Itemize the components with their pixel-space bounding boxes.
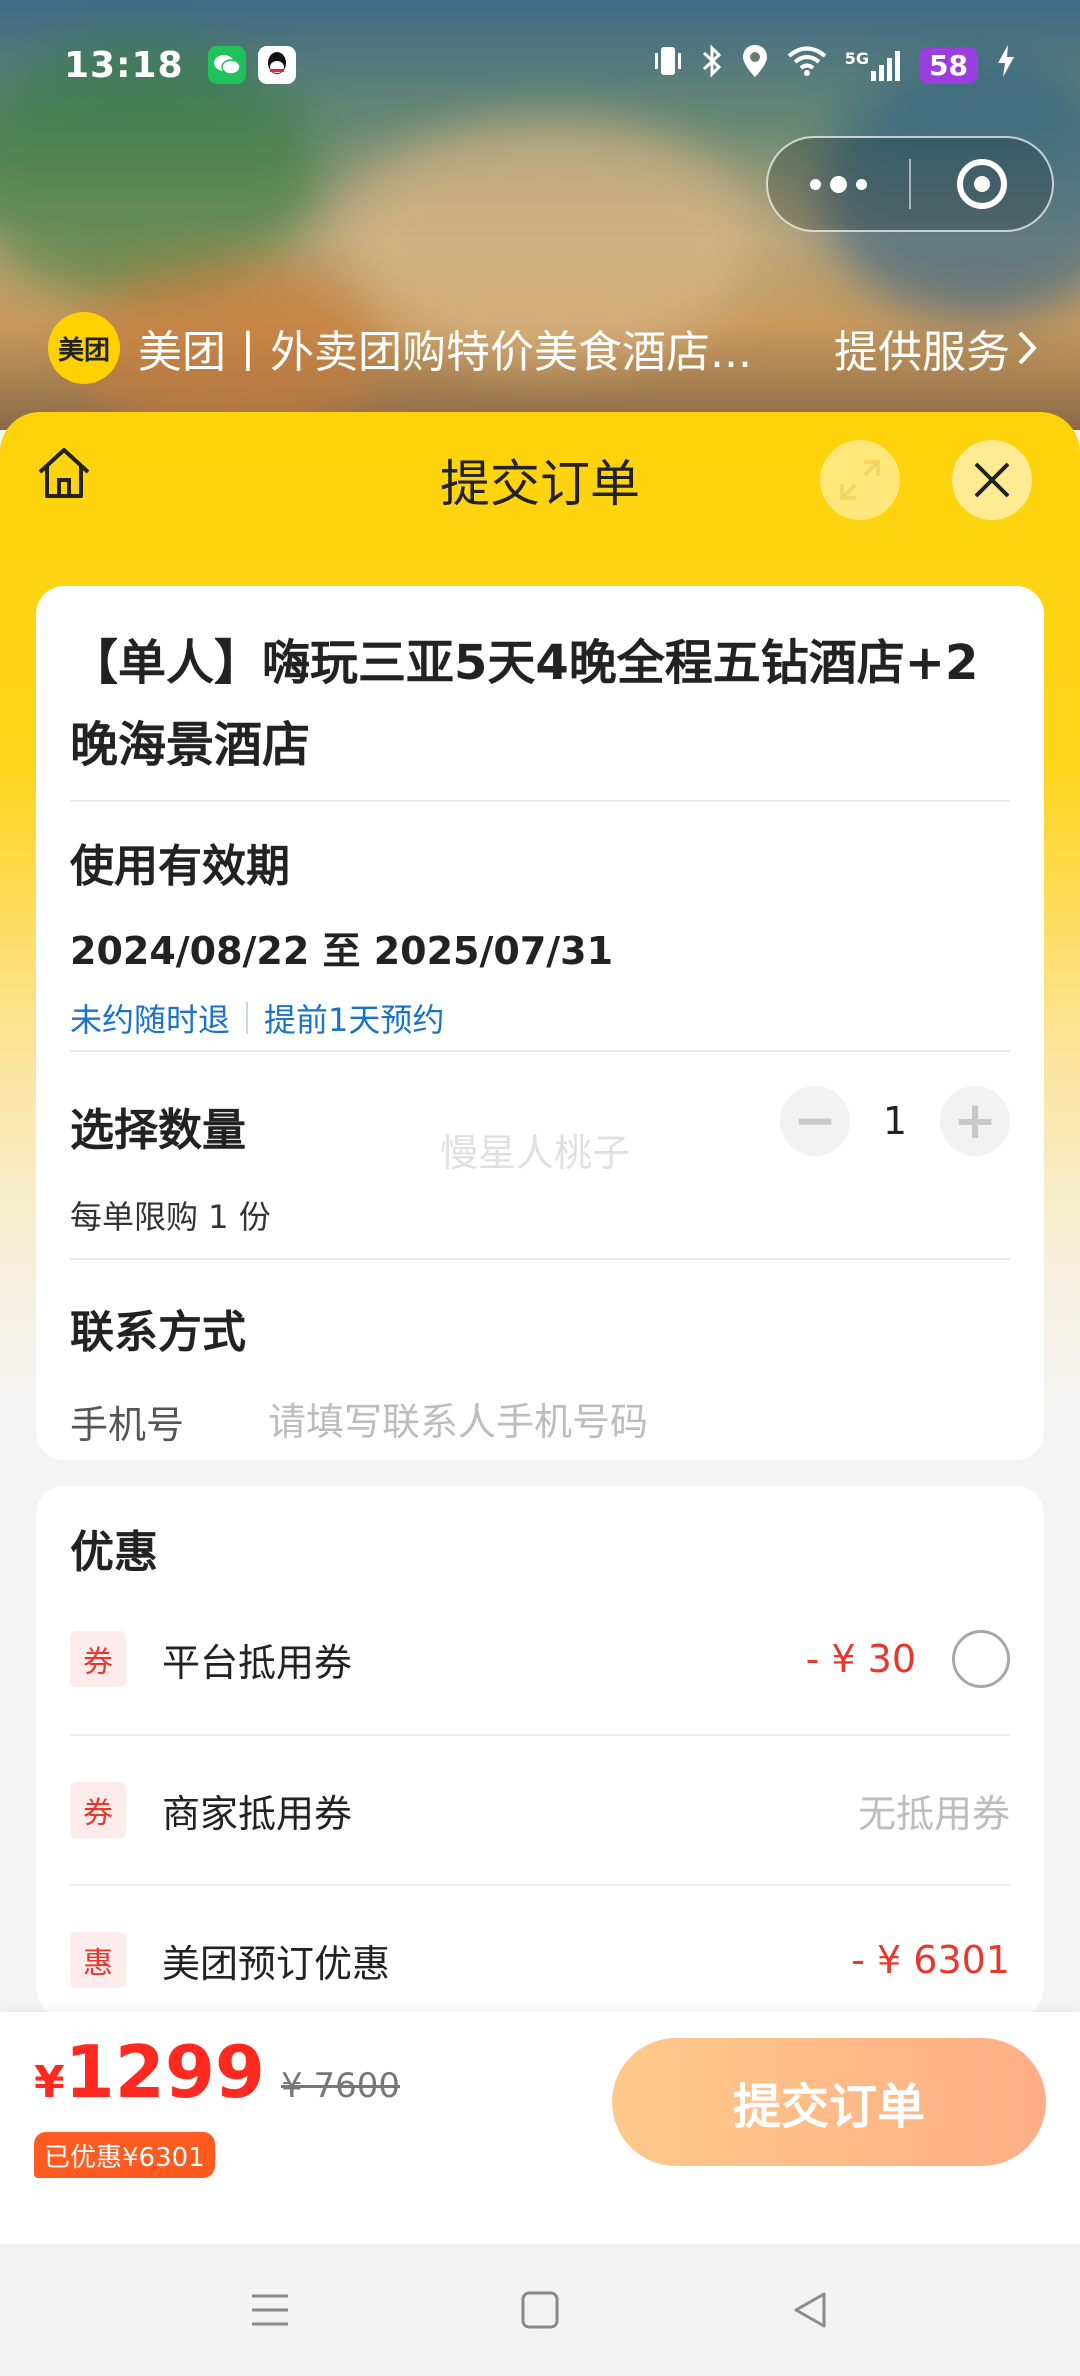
quantity-value: 1 [882,1099,908,1143]
discount-value: 无抵用券 [857,1791,1010,1836]
nav-home-button[interactable] [405,2244,675,2376]
miniprogram-title: 美团丨外卖团购特价美食酒店... [138,327,752,378]
menu-icon [252,2294,288,2326]
sheet-header: 提交订单 [0,412,1080,548]
chevron-right-icon [1018,331,1037,365]
close-button[interactable] [952,440,1032,520]
discount-label: 美团预订优惠 [162,1941,391,1986]
validity-heading: 使用有效期 [70,841,290,892]
policy-tags: 未约随时退 提前1天预约 [70,995,1010,1041]
sheet-title: 提交订单 [440,455,640,513]
merchant-coupon-row[interactable]: 券 商家抵用券 无抵用券 [70,1734,1010,1884]
phone-row: 手机号 [70,1394,1010,1449]
miniprogram-info-bar: 美团 美团丨外卖团购特价美食酒店... 提供服务 [48,310,1038,386]
quantity-section: 选择数量 每单限购 1 份 慢星人桃子 − 1 + [70,1052,1010,1258]
validity-date-range: 2024/08/22 至 2025/07/31 [70,929,614,973]
phone-input[interactable] [268,1399,948,1444]
close-icon [974,462,1010,498]
discount-value: - ¥ 6301 [851,1938,1010,1982]
order-info-card: 【单人】嗨玩三亚5天4晚全程五钻酒店+2晚海景酒店 使用有效期 2024/08/… [36,586,1044,1460]
quantity-limit: 每单限购 1 份 [70,1198,271,1236]
discount-icon: 惠 [70,1932,126,1988]
original-price: ¥ 7600 [281,2066,400,2106]
discount-label: 平台抵用券 [162,1640,353,1685]
discount-value: - ¥ 30 [805,1637,916,1681]
validity-section: 使用有效期 2024/08/22 至 2025/07/31 未约随时退 提前1天… [70,802,1010,1050]
discount-heading: 优惠 [70,1527,158,1578]
coupon-radio[interactable] [952,1630,1010,1688]
coupon-icon: 券 [70,1631,126,1687]
vibrate-icon [653,43,683,87]
discount-label: 商家抵用券 [162,1791,353,1836]
increase-button[interactable]: + [940,1086,1010,1156]
more-dots-icon [810,175,867,193]
expand-icon [840,460,880,500]
miniprogram-capsule [766,136,1054,232]
contact-section: 联系方式 手机号 [70,1260,1010,1449]
submit-order-button[interactable]: 提交订单 [612,2038,1046,2166]
currency-symbol: ¥ [34,2057,65,2108]
watermark-text: 慢星人桃子 [440,1131,631,1175]
final-price: 1299 [64,2030,266,2114]
qq-icon [257,46,296,84]
decrease-button[interactable]: − [780,1086,850,1156]
nav-back-button[interactable] [675,2244,945,2376]
meituan-logo: 美团 [48,312,120,384]
home-icon [38,448,90,498]
status-bar: 13:18 5G 58 [0,0,1080,130]
battery-indicator: 58 [919,46,978,84]
back-icon [794,2292,826,2328]
close-miniprogram-button[interactable] [911,138,1052,230]
nav-menu-button[interactable] [135,2244,405,2376]
service-provider-link[interactable]: 提供服务 [834,316,1038,380]
wechat-icon [207,46,246,84]
charging-icon [996,45,1016,85]
checkout-bar: ¥ 1299 ¥ 7600 已优惠¥6301 提交订单 [0,2012,1080,2244]
quantity-stepper: − 1 + [780,1086,1010,1156]
price-display: ¥ 1299 ¥ 7600 [34,2036,400,2108]
wifi-icon [787,45,827,85]
cell-signal-icon: 5G [845,49,901,81]
system-nav-bar [0,2244,1080,2376]
phone-label: 手机号 [70,1403,185,1447]
target-icon [956,159,1007,209]
expand-button[interactable] [820,440,900,520]
refund-tag: 未约随时退 [70,1001,231,1039]
booking-tag: 提前1天预约 [264,1001,445,1039]
status-time: 13:18 [64,44,184,86]
coupon-icon: 券 [70,1782,126,1838]
platform-coupon-row[interactable]: 券 平台抵用券 - ¥ 30 [70,1584,1010,1734]
square-icon [521,2291,559,2329]
location-icon [741,43,769,87]
bluetooth-icon [701,43,723,87]
home-button[interactable] [34,444,94,504]
discount-card: 优惠 券 平台抵用券 - ¥ 30 券 商家抵用券 无抵用券 惠 美团预订优惠 … [36,1486,1044,2016]
contact-heading: 联系方式 [70,1307,246,1358]
saved-badge: 已优惠¥6301 [34,2132,215,2178]
product-title: 【单人】嗨玩三亚5天4晚全程五钻酒店+2晚海景酒店 [70,635,979,773]
more-menu-button[interactable] [768,138,909,230]
